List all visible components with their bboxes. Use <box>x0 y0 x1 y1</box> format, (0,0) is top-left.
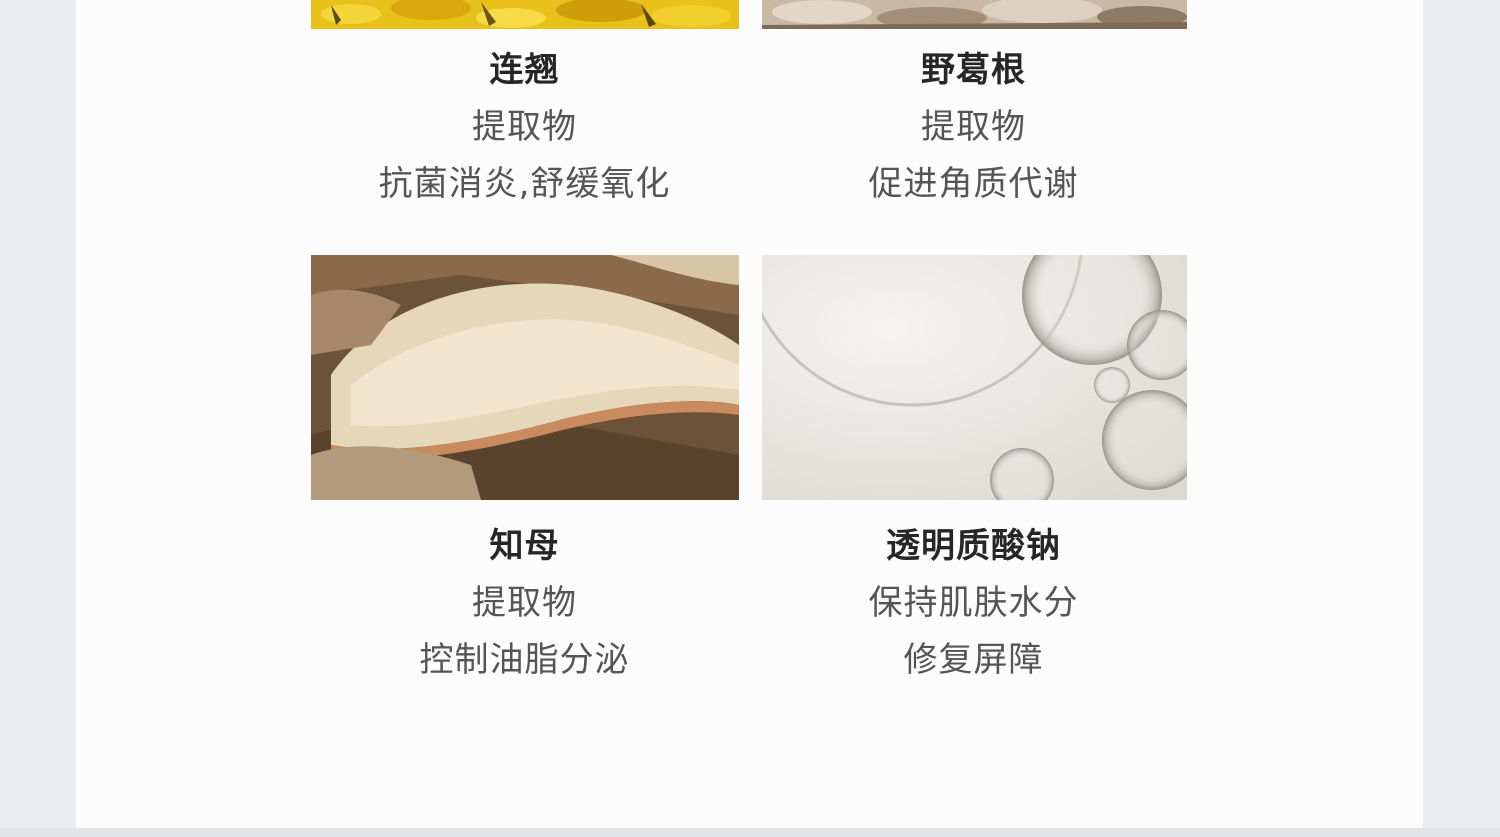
ingredient-card-hyaluronic: 透明质酸钠 保持肌肤水分 修复屏障 <box>760 526 1187 680</box>
ingredients-panel <box>76 0 1423 828</box>
ingredient-name: 知母 <box>489 526 560 566</box>
ingredient-name: 透明质酸钠 <box>886 526 1061 566</box>
ingredient-type: 提取物 <box>472 107 577 147</box>
ingredient-name: 野葛根 <box>921 50 1026 90</box>
ingredient-type: 提取物 <box>472 583 577 623</box>
ingredient-name: 连翘 <box>489 50 560 90</box>
ingredient-benefit: 促进角质代谢 <box>868 164 1079 204</box>
ingredient-benefit: 控制油脂分泌 <box>419 640 630 680</box>
ingredient-card-kudzu: 野葛根 提取物 促进角质代谢 <box>760 50 1187 204</box>
ingredient-type: 保持肌肤水分 <box>868 583 1079 623</box>
ingredient-benefit: 抗菌消炎,舒缓氧化 <box>378 164 671 204</box>
ingredient-card-anemarrhena: 知母 提取物 控制油脂分泌 <box>311 526 738 680</box>
bottom-divider <box>0 828 1500 837</box>
kudzu-root-image <box>762 0 1187 29</box>
hyaluronic-bubbles-image <box>762 255 1187 500</box>
ingredient-card-forsythia: 连翘 提取物 抗菌消炎,舒缓氧化 <box>311 50 738 204</box>
anemarrhena-root-image <box>311 255 739 500</box>
ingredient-benefit: 修复屏障 <box>903 640 1044 680</box>
ingredient-type: 提取物 <box>921 107 1026 147</box>
forsythia-image <box>311 0 739 29</box>
